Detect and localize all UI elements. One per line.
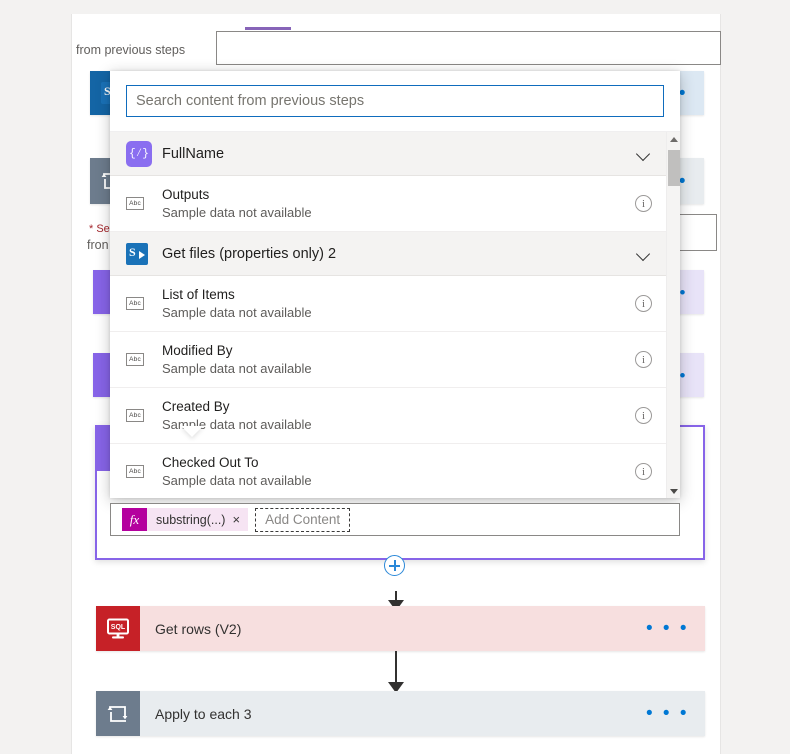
list-item-title: Modified By: [162, 342, 233, 358]
sql-glyph: SQL: [107, 618, 129, 638]
list-item-text: Created By Sample data not available: [156, 398, 312, 434]
group-title-get-files: Get files (properties only) 2: [162, 245, 337, 262]
token-label: substring(...): [156, 512, 226, 527]
list-item-subtitle: Sample data not available: [162, 204, 312, 220]
abc-icon: Abc: [126, 465, 156, 478]
abc-icon: Abc: [126, 297, 156, 310]
expression-icon: {⁄}: [126, 140, 156, 167]
dynamic-content-list: {⁄} FullName Abc Outputs Sample data not…: [110, 131, 680, 498]
add-step-button[interactable]: [384, 555, 405, 576]
list-item[interactable]: Abc Checked Out To Sample data not avail…: [110, 444, 666, 498]
popup-pointer-tail: [181, 426, 203, 437]
svg-text:SQL: SQL: [111, 624, 126, 631]
list-item-text: List of Items Sample data not available: [156, 286, 312, 322]
get-rows-menu[interactable]: • • •: [646, 619, 705, 638]
selection-underline: [245, 27, 291, 30]
list-item[interactable]: Abc List of Items Sample data not availa…: [110, 276, 666, 332]
search-input[interactable]: [126, 85, 664, 117]
top-strip: [0, 0, 790, 14]
scrollbar-thumb[interactable]: [668, 150, 680, 186]
apply-to-each-3-menu[interactable]: • • •: [646, 704, 705, 723]
right-rail: [758, 0, 790, 754]
info-icon[interactable]: i: [635, 463, 652, 480]
list-item-title: List of Items: [162, 286, 235, 302]
chevron-down-icon[interactable]: [637, 249, 652, 258]
popup-scrollbar[interactable]: [666, 132, 680, 498]
content-token-field[interactable]: fx substring(...) × Add Content: [110, 503, 680, 536]
list-item-subtitle: Sample data not available: [162, 472, 312, 488]
group-header-get-files[interactable]: Get files (properties only) 2: [110, 232, 666, 276]
group-header-fullname[interactable]: {⁄} FullName: [110, 132, 666, 176]
get-rows-title: Get rows (V2): [155, 620, 242, 637]
group-title-fullname: FullName: [162, 145, 225, 162]
chevron-down-icon[interactable]: [637, 149, 652, 158]
required-asterisk-label-line2: fron: [87, 238, 109, 252]
list-item-text: Checked Out To Sample data not available: [156, 454, 312, 490]
loop-icon-2: [96, 691, 140, 736]
loop-glyph-2: [107, 705, 128, 722]
expression-token[interactable]: fx substring(...) ×: [122, 508, 249, 531]
fx-icon: fx: [122, 508, 147, 531]
apply-to-each-3-title: Apply to each 3: [155, 705, 252, 722]
remove-token-icon[interactable]: ×: [232, 513, 248, 526]
list-item-subtitle: Sample data not available: [162, 304, 312, 320]
list-item[interactable]: Abc Modified By Sample data not availabl…: [110, 332, 666, 388]
required-asterisk-label-line1: * Se: [89, 223, 110, 235]
abc-icon: Abc: [126, 353, 156, 366]
partial-label-top: from previous steps: [76, 43, 186, 57]
info-icon[interactable]: i: [635, 195, 652, 212]
list-item-text: Outputs Sample data not available: [156, 186, 312, 222]
info-icon[interactable]: i: [635, 407, 652, 424]
list-item-subtitle: Sample data not available: [162, 360, 312, 376]
connector-line-3: [395, 651, 397, 685]
list-item-title: Checked Out To: [162, 454, 259, 470]
sharepoint-icon: [126, 242, 156, 265]
list-item-title: Created By: [162, 398, 230, 414]
add-content-placeholder[interactable]: Add Content: [255, 507, 351, 532]
apply-to-each-3-card[interactable]: Apply to each 3 • • •: [96, 691, 705, 736]
scroll-up-arrow[interactable]: [667, 132, 680, 146]
info-icon[interactable]: i: [635, 295, 652, 312]
info-icon[interactable]: i: [635, 351, 652, 368]
abc-icon: Abc: [126, 409, 156, 422]
get-rows-card[interactable]: SQL Get rows (V2) • • •: [96, 606, 705, 651]
search-container: [110, 71, 680, 131]
list-item-text: Modified By Sample data not available: [156, 342, 312, 378]
list-item[interactable]: Abc Outputs Sample data not available i: [110, 176, 666, 232]
background-text-input[interactable]: [216, 27, 721, 65]
sql-icon: SQL: [96, 606, 140, 651]
scroll-down-arrow[interactable]: [667, 484, 680, 498]
abc-icon: Abc: [126, 197, 156, 210]
list-item-title: Outputs: [162, 186, 210, 202]
